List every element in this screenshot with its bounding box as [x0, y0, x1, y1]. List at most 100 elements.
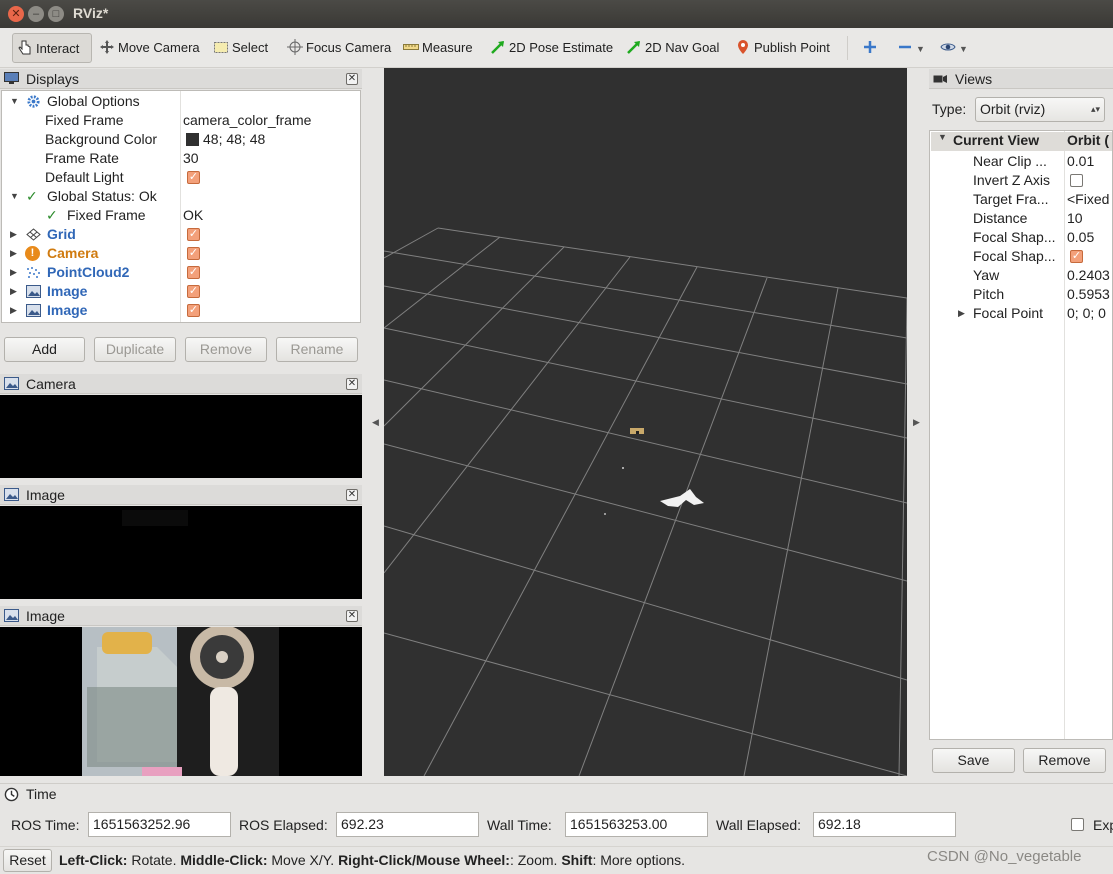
duplicate-display-button[interactable]: Duplicate: [94, 337, 176, 362]
checkbox-unchecked[interactable]: [1070, 174, 1083, 187]
publish-point-tool-button[interactable]: Publish Point: [735, 33, 830, 63]
checkbox-checked[interactable]: ✓: [187, 304, 200, 317]
property-value[interactable]: 0.2403: [1067, 266, 1110, 285]
view-property-row[interactable]: Pitch 0.5953: [930, 285, 1112, 304]
property-value[interactable]: 10: [1067, 209, 1083, 228]
grid-render: [384, 227, 907, 776]
close-panel-button[interactable]: ✕: [346, 489, 358, 501]
add-display-button[interactable]: Add: [4, 337, 85, 362]
remove-view-button[interactable]: Remove: [1023, 748, 1106, 773]
expand-arrow-icon[interactable]: ▶: [10, 225, 17, 244]
wall-elapsed-field[interactable]: 692.18: [813, 812, 956, 837]
tree-row-global-status[interactable]: ▼ ✓ Global Status: Ok: [2, 187, 360, 206]
checkbox-checked[interactable]: ✓: [187, 266, 200, 279]
tree-row-default-light[interactable]: Default Light ✓: [2, 168, 360, 187]
checkbox-checked[interactable]: ✓: [187, 228, 200, 241]
property-value[interactable]: <Fixed: [1067, 190, 1109, 209]
ros-time-field[interactable]: 1651563252.96: [88, 812, 231, 837]
tree-row-global-options[interactable]: ▼ Global Options: [2, 92, 360, 111]
rename-display-button[interactable]: Rename: [276, 337, 358, 362]
displays-tree[interactable]: ▼ Global Options Fixed Frame camera_colo…: [1, 90, 361, 323]
title-bar: ✕ – □ RViz*: [0, 0, 1113, 28]
current-view-name: Current View: [953, 132, 1040, 148]
property-value[interactable]: camera_color_frame: [183, 111, 311, 130]
property-value[interactable]: 0.05: [1067, 228, 1094, 247]
collapse-left-arrow-icon[interactable]: ◀: [372, 417, 379, 428]
view-options-button[interactable]: ▼: [940, 33, 968, 63]
measure-tool-button[interactable]: Measure: [403, 33, 473, 63]
expand-arrow-icon[interactable]: ▶: [10, 263, 17, 282]
minimize-window-button[interactable]: –: [28, 6, 44, 22]
add-tool-button[interactable]: [862, 33, 881, 63]
remove-tool-button[interactable]: ▼: [897, 33, 925, 63]
tree-row-image[interactable]: ▶ Image ✓: [2, 301, 360, 320]
expand-arrow-icon[interactable]: ▼: [10, 92, 19, 111]
view-property-row[interactable]: Distance 10: [930, 209, 1112, 228]
collapse-right-arrow-icon[interactable]: ▶: [913, 417, 920, 428]
color-swatch[interactable]: [186, 133, 199, 146]
checkbox-checked[interactable]: ✓: [1070, 250, 1083, 263]
move-camera-tool-button[interactable]: Move Camera: [99, 33, 200, 63]
2d-pose-estimate-label: 2D Pose Estimate: [509, 40, 614, 55]
3d-render-viewport[interactable]: [384, 68, 907, 776]
view-property-row[interactable]: Invert Z Axis: [930, 171, 1112, 190]
tree-row-grid[interactable]: ▶ Grid ✓: [2, 225, 360, 244]
close-panel-button[interactable]: ✕: [346, 610, 358, 622]
experimental-checkbox[interactable]: [1071, 818, 1084, 831]
expand-arrow-icon[interactable]: ▼: [938, 132, 947, 142]
focus-camera-tool-button[interactable]: Focus Camera: [287, 33, 391, 63]
ros-elapsed-field[interactable]: 692.23: [336, 812, 479, 837]
checkbox-checked[interactable]: ✓: [187, 285, 200, 298]
current-view-row[interactable]: ▼ Current View Orbit (: [931, 132, 1112, 151]
close-panel-button[interactable]: ✕: [346, 378, 358, 390]
view-property-row[interactable]: Focal Shap... 0.05: [930, 228, 1112, 247]
2d-nav-goal-tool-button[interactable]: 2D Nav Goal: [626, 33, 719, 63]
clock-icon: [4, 787, 19, 802]
view-property-row[interactable]: Target Fra... <Fixed: [930, 190, 1112, 209]
views-tree[interactable]: ▼ Current View Orbit ( Near Clip ... 0.0…: [929, 130, 1113, 740]
expand-arrow-icon[interactable]: ▶: [958, 304, 965, 323]
wall-time-label: Wall Time:: [487, 817, 552, 833]
maximize-window-button[interactable]: □: [48, 6, 64, 22]
reset-button[interactable]: Reset: [3, 849, 52, 872]
2d-nav-goal-label: 2D Nav Goal: [645, 40, 720, 55]
video-camera-icon: [933, 75, 947, 83]
close-window-button[interactable]: ✕: [8, 6, 24, 22]
tree-row-fixed-frame-status[interactable]: ✓ Fixed Frame OK: [2, 206, 360, 225]
tree-row-fixed-frame[interactable]: Fixed Frame camera_color_frame: [2, 111, 360, 130]
property-value[interactable]: 0.01: [1067, 152, 1094, 171]
wall-time-field[interactable]: 1651563253.00: [565, 812, 708, 837]
tree-row-camera[interactable]: ▶ ! Camera ✓: [2, 244, 360, 263]
property-name: Frame Rate: [45, 150, 119, 166]
property-value[interactable]: 0; 0; 0: [1067, 304, 1106, 323]
expand-arrow-icon[interactable]: ▶: [10, 244, 17, 263]
tree-row-frame-rate[interactable]: Frame Rate 30: [2, 149, 360, 168]
property-value[interactable]: 0.5953: [1067, 285, 1110, 304]
expand-arrow-icon[interactable]: ▶: [10, 282, 17, 301]
property-value[interactable]: 48; 48; 48: [203, 130, 265, 149]
image-panel-title: Image: [26, 608, 65, 624]
close-panel-button[interactable]: ✕: [346, 73, 358, 85]
save-view-button[interactable]: Save: [932, 748, 1015, 773]
expand-arrow-icon[interactable]: ▼: [10, 187, 19, 206]
view-property-row[interactable]: ▶ Focal Point 0; 0; 0: [930, 304, 1112, 323]
view-property-row[interactable]: Focal Shap... ✓: [930, 247, 1112, 266]
select-tool-button[interactable]: Select: [213, 33, 268, 63]
checkbox-checked[interactable]: ✓: [187, 247, 200, 260]
view-type-label: Type:: [932, 101, 967, 117]
tree-row-pointcloud2[interactable]: ▶ PointCloud2 ✓: [2, 263, 360, 282]
interact-tool-button[interactable]: Interact: [12, 33, 92, 63]
2d-pose-estimate-tool-button[interactable]: 2D Pose Estimate: [490, 33, 613, 63]
property-value[interactable]: 30: [183, 149, 199, 168]
view-property-row[interactable]: Near Clip ... 0.01: [930, 152, 1112, 171]
expand-arrow-icon[interactable]: ▶: [10, 301, 17, 320]
color-image-view: [0, 627, 362, 776]
view-type-select[interactable]: Orbit (rviz) ▴▾: [975, 97, 1105, 122]
tree-row-image[interactable]: ▶ Image ✓: [2, 282, 360, 301]
view-property-row[interactable]: Yaw 0.2403: [930, 266, 1112, 285]
middle-click-key: Middle-Click:: [180, 852, 268, 868]
status-hint: Left-Click: Rotate. Middle-Click: Move X…: [59, 852, 685, 868]
checkbox-checked[interactable]: ✓: [187, 171, 200, 184]
remove-display-button[interactable]: Remove: [185, 337, 267, 362]
tree-row-background-color[interactable]: Background Color 48; 48; 48: [2, 130, 360, 149]
